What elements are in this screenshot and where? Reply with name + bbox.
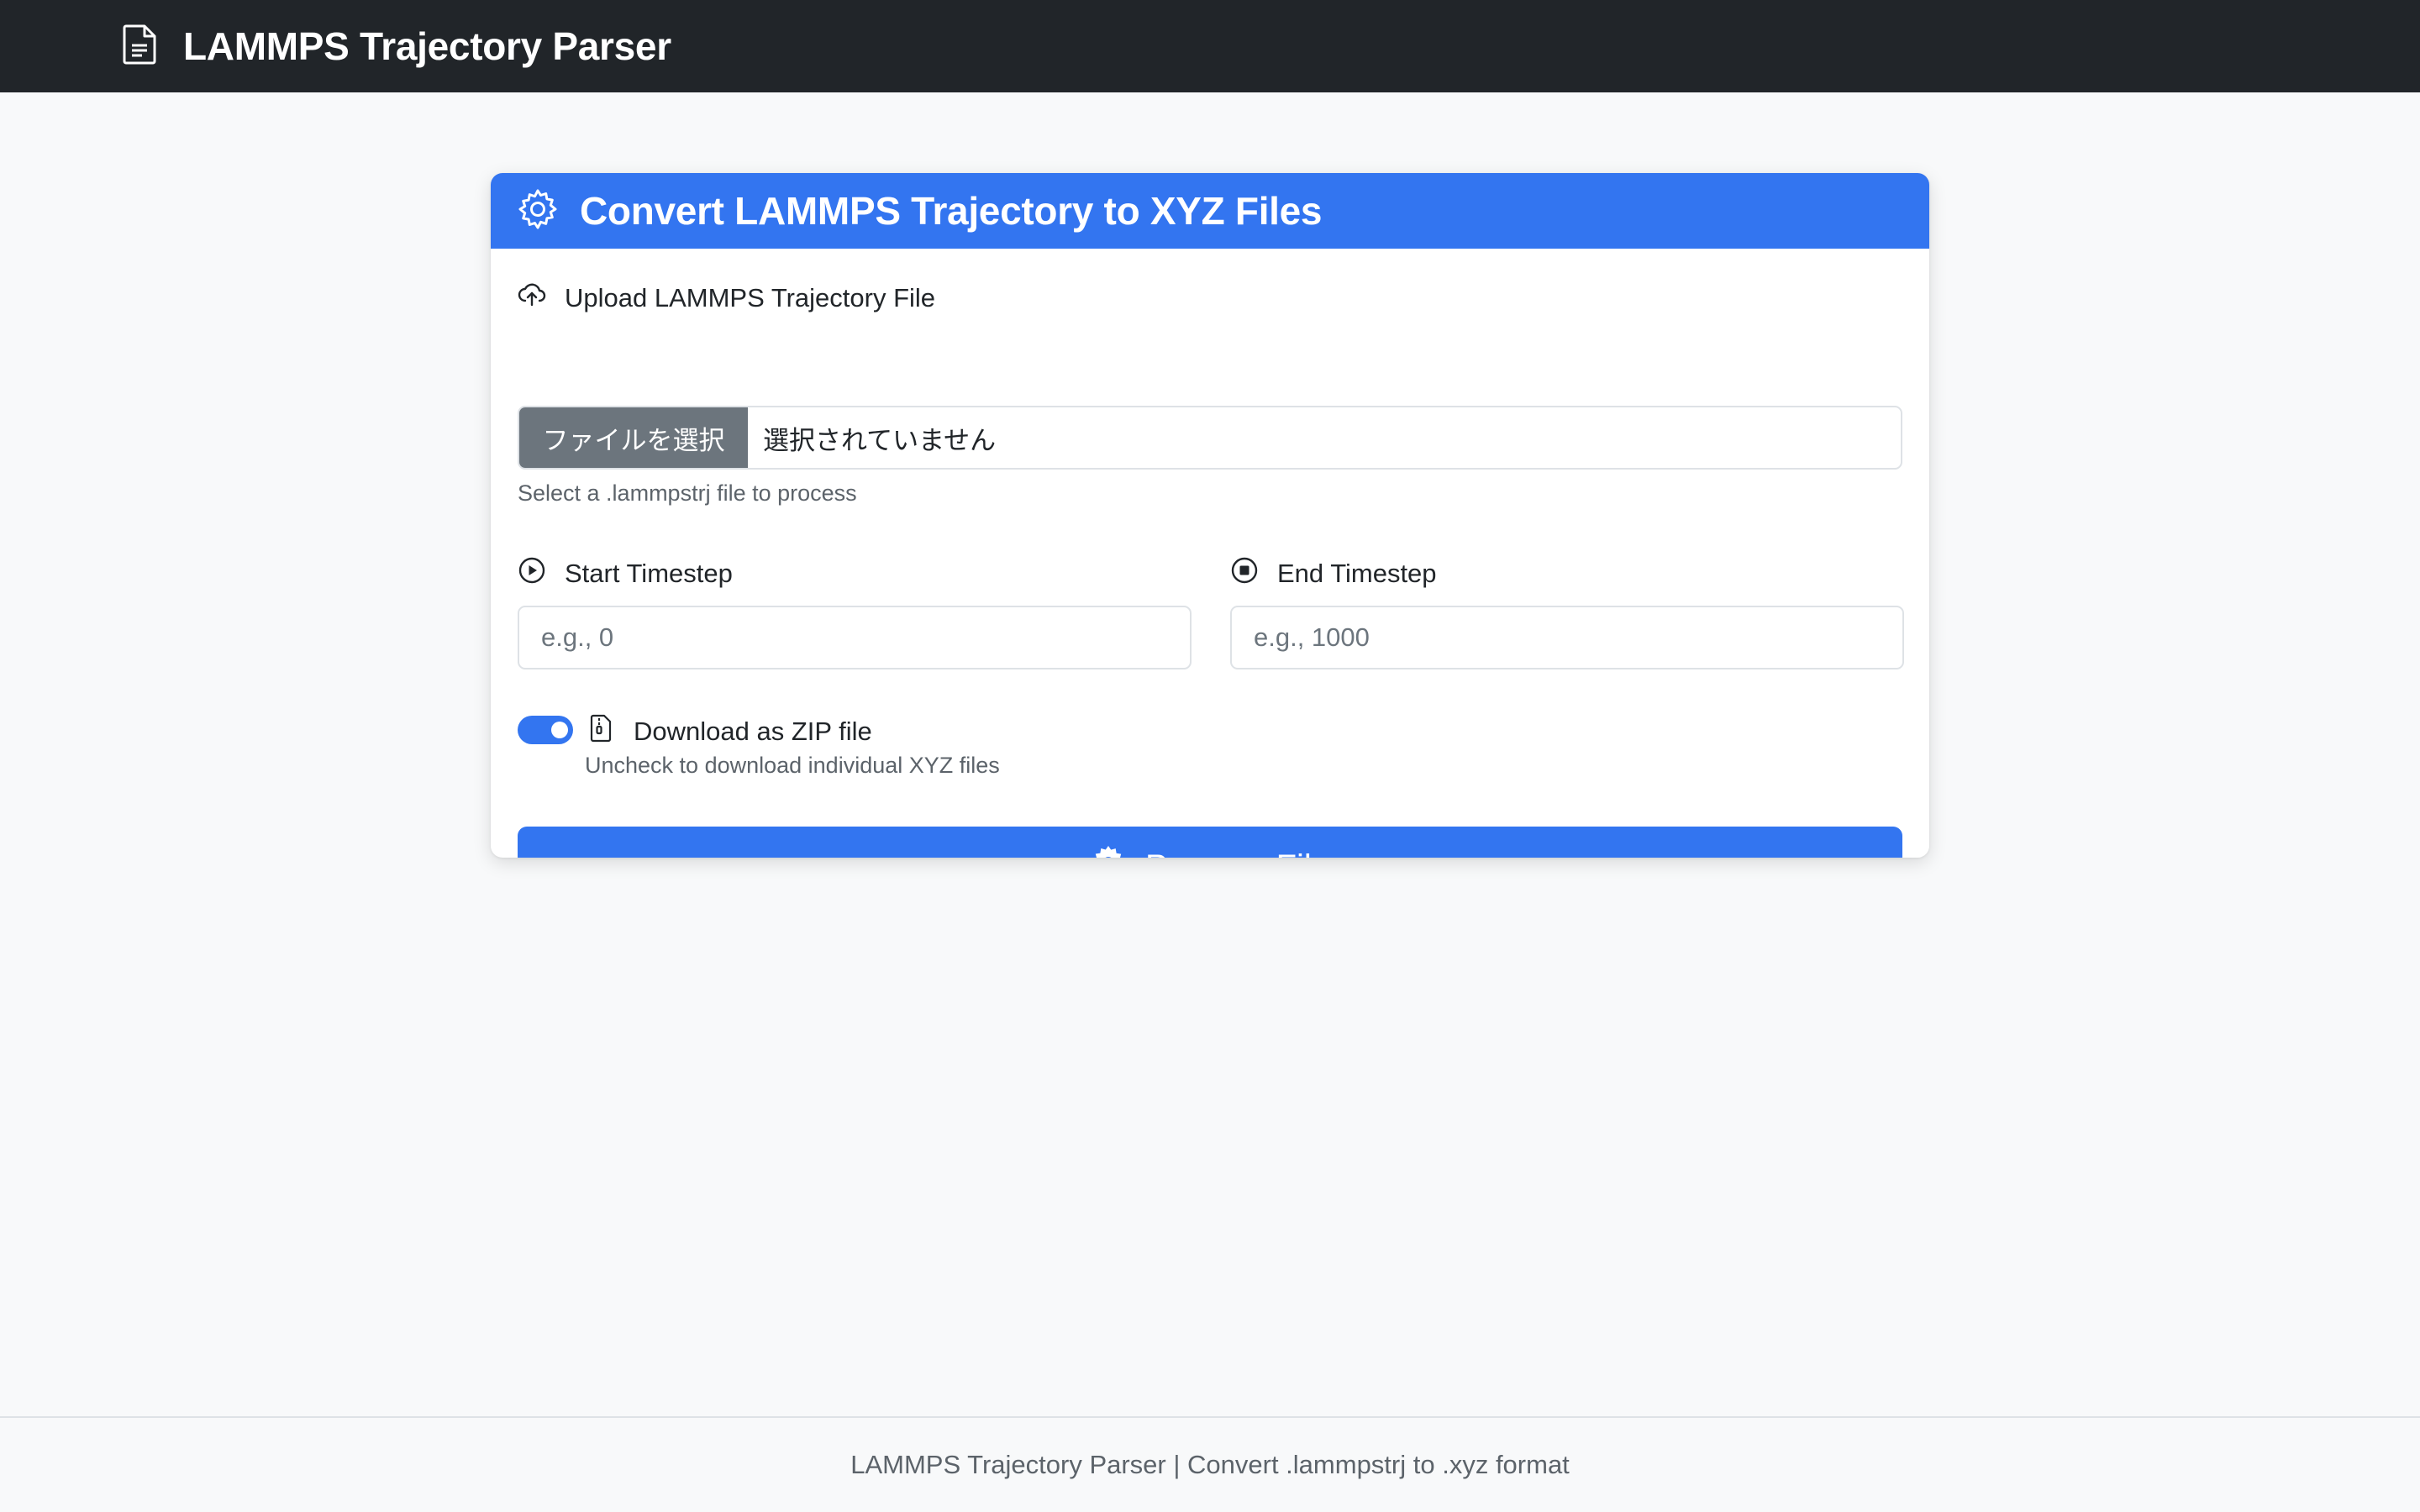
footer: LAMMPS Trajectory Parser | Convert .lamm… xyxy=(0,1416,2420,1512)
start-timestep-label-text: Start Timestep xyxy=(565,559,733,588)
start-timestep-label: Start Timestep xyxy=(518,556,733,591)
footer-text: LAMMPS Trajectory Parser | Convert .lamm… xyxy=(850,1450,1570,1479)
gear-fill-icon xyxy=(1090,844,1127,858)
zip-label-text: Download as ZIP file xyxy=(634,717,872,746)
file-status: 選択されていません xyxy=(763,425,997,456)
file-text-icon xyxy=(121,24,158,70)
process-button-label: Process File xyxy=(1145,848,1330,858)
file-input[interactable]: ファイルを選択 選択されていません xyxy=(518,406,1902,470)
switch-knob xyxy=(551,722,568,738)
cloud-upload-icon xyxy=(518,281,546,316)
start-timestep-input[interactable]: e.g., 0 xyxy=(518,606,1192,669)
play-circle-icon xyxy=(518,556,546,591)
navbar-brand[interactable]: LAMMPS Trajectory Parser xyxy=(121,24,671,70)
gear-icon xyxy=(516,187,560,235)
file-zip-icon xyxy=(587,714,615,749)
choose-file-button[interactable]: ファイルを選択 xyxy=(519,407,748,468)
process-file-button[interactable]: Process File xyxy=(518,827,1902,858)
card-title: Convert LAMMPS Trajectory to XYZ Files xyxy=(580,189,1323,233)
end-timestep-input[interactable]: e.g., 1000 xyxy=(1230,606,1904,669)
upload-label-text: Upload LAMMPS Trajectory File xyxy=(565,283,936,312)
zip-toggle-switch[interactable] xyxy=(518,716,573,744)
upload-help-text: Select a .lammpstrj file to process xyxy=(518,480,857,506)
card-header: Convert LAMMPS Trajectory to XYZ Files xyxy=(491,173,1929,249)
brand-title: LAMMPS Trajectory Parser xyxy=(183,24,671,68)
zip-label[interactable]: Download as ZIP file xyxy=(587,714,872,749)
upload-label: Upload LAMMPS Trajectory File xyxy=(518,281,935,316)
zip-help-text: Uncheck to download individual XYZ files xyxy=(585,753,1000,778)
end-timestep-label-text: End Timestep xyxy=(1277,559,1437,588)
converter-card: Convert LAMMPS Trajectory to XYZ Files U… xyxy=(491,173,1929,858)
end-timestep-label: End Timestep xyxy=(1230,556,1437,591)
stop-circle-icon xyxy=(1230,556,1259,591)
navbar: LAMMPS Trajectory Parser xyxy=(0,0,2420,92)
